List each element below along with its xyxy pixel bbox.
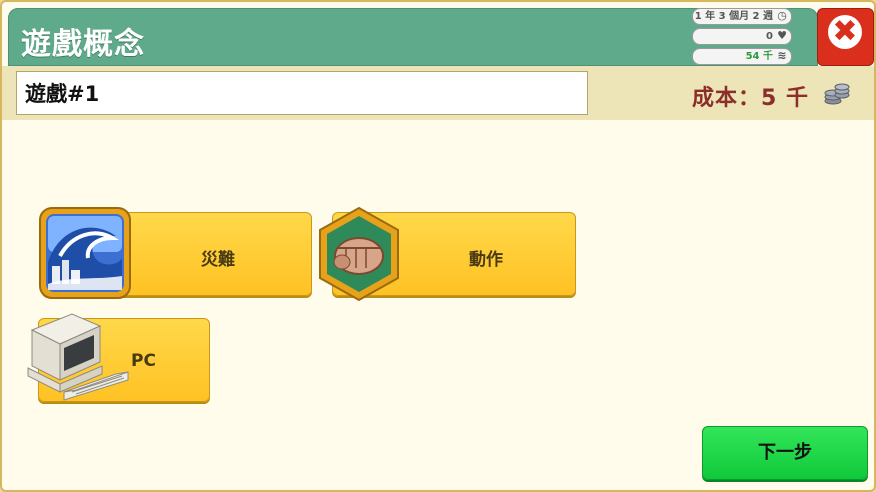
clock-icon: ◷ [777,9,787,22]
cost-label: 成本：5 千 [692,86,809,111]
coins-icon: ≋ [777,49,787,62]
card-label: 動作 [469,250,503,270]
money-pill: 54 千 ≋ [692,48,792,65]
heart-icon: ♥ [777,29,787,42]
fist-icon [319,206,399,302]
window-title: 遊戲概念 [21,27,145,62]
status-panel: 1 年 3 個月 2 週 ◷ 0 ♥ 54 千 ≋ [692,8,792,68]
close-icon: ✖ [828,15,862,49]
next-step-button[interactable]: 下一步 [702,426,868,480]
concept-bar: 遊戲#1 成本：5 千 [2,66,874,120]
money-amount: 54 千 [745,51,773,62]
card-label: PC [131,351,156,371]
date-pill: 1 年 3 個月 2 週 ◷ [692,8,792,25]
hearts-pill: 0 ♥ [692,28,792,45]
close-button[interactable]: ✖ [817,8,874,66]
coin-stack-icon [824,83,850,105]
game-concept-window: 遊戲概念 1 年 3 個月 2 週 ◷ 0 ♥ 54 千 ≋ ✖ 遊戲#1 成本… [0,0,876,492]
date-text: 1 年 3 個月 2 週 [694,11,773,22]
wave-icon [39,207,131,299]
game-name-input[interactable]: 遊戲#1 [16,71,588,115]
card-label: 災難 [201,250,235,270]
computer-icon [27,313,129,401]
hearts-count: 0 [766,31,773,42]
